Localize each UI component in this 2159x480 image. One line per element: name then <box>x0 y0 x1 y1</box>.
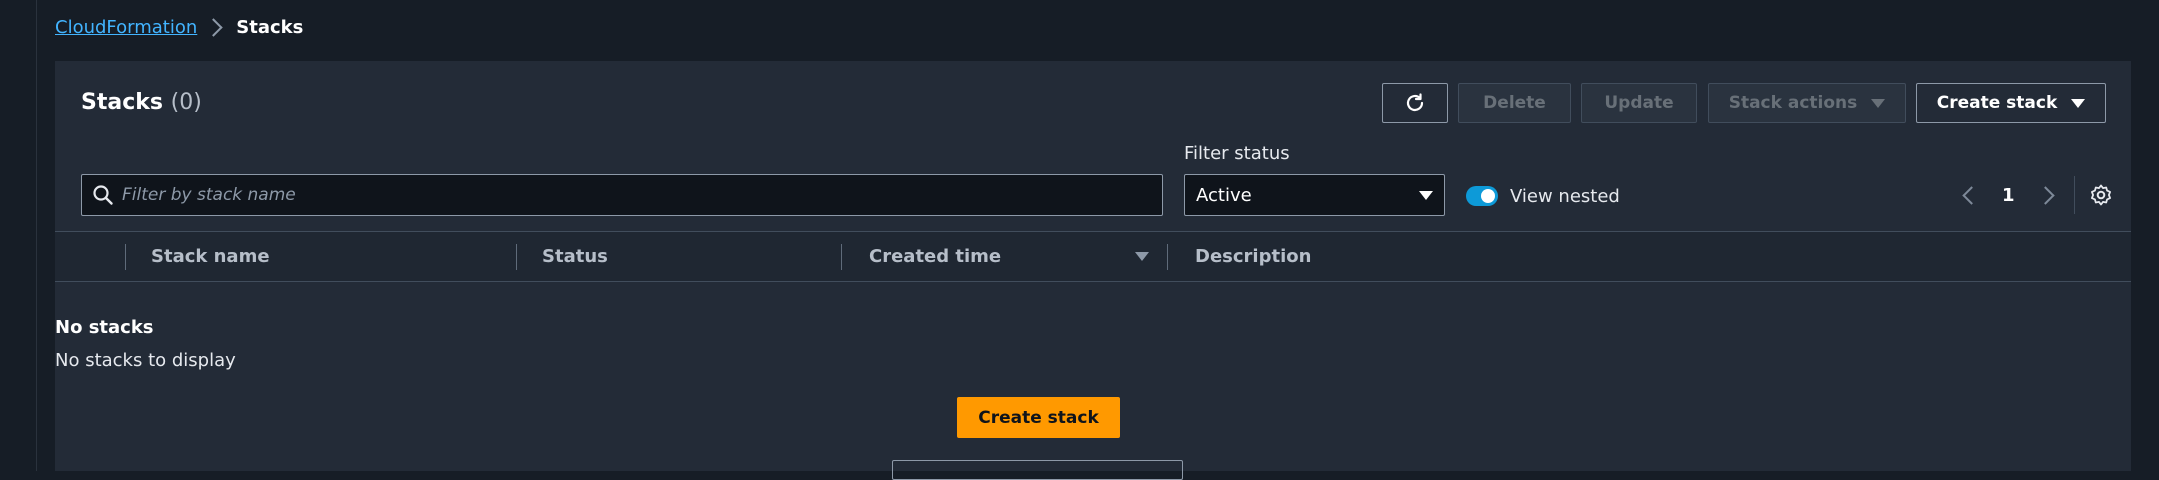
column-stack-name[interactable]: Stack name <box>151 232 270 281</box>
toggle-knob <box>1481 189 1495 203</box>
sort-descending-icon[interactable] <box>1135 252 1149 261</box>
search-input[interactable] <box>114 174 1162 216</box>
gear-icon[interactable] <box>2089 183 2113 207</box>
stack-actions-label: Stack actions <box>1728 93 1858 113</box>
filter-status-select[interactable]: Active <box>1184 174 1445 216</box>
search-icon <box>93 185 113 205</box>
delete-button[interactable]: Delete <box>1458 83 1571 123</box>
side-navigation-rail <box>0 0 37 471</box>
caret-down-icon <box>1419 190 1433 200</box>
column-divider <box>841 244 842 270</box>
secondary-action-button[interactable] <box>892 460 1183 480</box>
stack-actions-button[interactable]: Stack actions <box>1708 83 1906 123</box>
breadcrumb-current: Stacks <box>236 16 304 38</box>
column-description[interactable]: Description <box>1195 232 1311 281</box>
search-field <box>81 174 1163 216</box>
breadcrumb-cloudformation-link[interactable]: CloudFormation <box>55 17 197 38</box>
refresh-icon <box>1406 93 1424 112</box>
filter-status-value: Active <box>1196 184 1252 206</box>
previous-page-icon[interactable] <box>1962 185 1981 205</box>
column-divider <box>1167 244 1168 270</box>
create-stack-dropdown-button[interactable]: Create stack <box>1916 83 2106 123</box>
view-nested-label: View nested <box>1510 185 1620 207</box>
view-nested-toggle[interactable] <box>1466 186 1498 206</box>
empty-state-title: No stacks <box>55 317 154 338</box>
page-title: Stacks (0) <box>81 90 202 115</box>
breadcrumb: CloudFormation Stacks <box>55 14 303 40</box>
update-button[interactable]: Update <box>1581 83 1697 123</box>
column-divider <box>125 244 126 270</box>
empty-state-subtitle: No stacks to display <box>55 350 236 371</box>
chevron-right-icon <box>204 17 223 37</box>
next-page-icon[interactable] <box>2035 185 2055 205</box>
page-title-text: Stacks <box>81 90 163 115</box>
view-nested-control: View nested <box>1466 181 1620 211</box>
caret-down-icon <box>2071 98 2086 108</box>
filter-status-label: Filter status <box>1184 143 1290 164</box>
caret-down-icon <box>1871 98 1886 108</box>
stack-count: (0) <box>170 90 202 115</box>
column-status[interactable]: Status <box>542 232 608 281</box>
column-divider <box>516 244 517 270</box>
create-stack-button[interactable]: Create stack <box>957 397 1120 438</box>
table-header: Stack name Status Created time Descripti… <box>55 231 2131 282</box>
create-stack-label: Create stack <box>1936 93 2058 113</box>
pagination-divider <box>2073 176 2075 214</box>
column-created-time[interactable]: Created time <box>869 232 1001 281</box>
pagination: 1 <box>1955 174 2113 216</box>
refresh-button[interactable] <box>1382 83 1448 123</box>
page-number[interactable]: 1 <box>2002 185 2015 206</box>
